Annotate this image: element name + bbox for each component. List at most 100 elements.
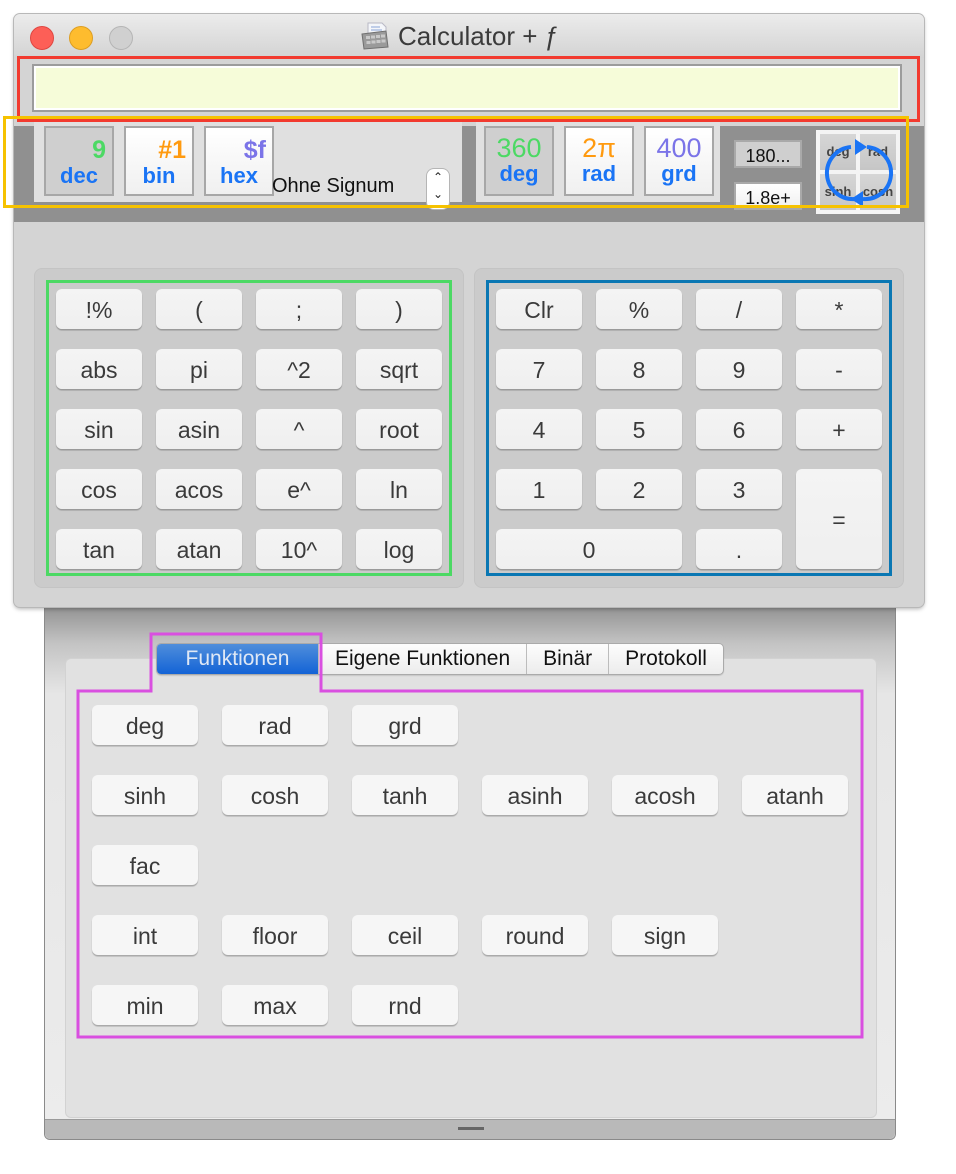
mode-label: deg	[499, 161, 539, 186]
rotate-deg-button[interactable]: deg	[820, 134, 856, 170]
key-exp[interactable]: e^	[256, 469, 342, 509]
key-plus[interactable]: +	[796, 409, 882, 449]
key-sqrt[interactable]: sqrt	[356, 349, 442, 389]
key-pow10[interactable]: 10^	[256, 529, 342, 569]
drawer-func-acosh-button[interactable]: acosh	[612, 775, 718, 815]
drawer-func-grd-button[interactable]: grd	[352, 705, 458, 745]
key-6[interactable]: 6	[696, 409, 782, 449]
key-semicolon[interactable]: ;	[256, 289, 342, 329]
tab-binaer[interactable]: Binär	[527, 644, 610, 674]
mode-label: bin	[142, 163, 176, 188]
number-mode-bin-button[interactable]: #1 bin	[124, 126, 194, 196]
angle-mode-deg-button[interactable]: 360 deg	[484, 126, 554, 196]
drawer-func-max-button[interactable]: max	[222, 985, 328, 1025]
key-pi[interactable]: pi	[156, 349, 242, 389]
key-4[interactable]: 4	[496, 409, 582, 449]
key-0[interactable]: 0	[496, 529, 682, 569]
mode-label: hex	[220, 163, 258, 188]
key-cos[interactable]: cos	[56, 469, 142, 509]
drawer-func-fac-button[interactable]: fac	[92, 845, 198, 885]
key-abs[interactable]: abs	[56, 349, 142, 389]
tab-protokoll[interactable]: Protokoll	[609, 644, 723, 674]
drawer-tabs: Funktionen Eigene Funktionen Binär Proto…	[156, 643, 724, 675]
window-title-text: Calculator + ƒ	[398, 20, 560, 51]
drawer-func-atanh-button[interactable]: atanh	[742, 775, 848, 815]
key-5[interactable]: 5	[596, 409, 682, 449]
drawer-func-tanh-button[interactable]: tanh	[352, 775, 458, 815]
key-1[interactable]: 1	[496, 469, 582, 509]
drawer-func-floor-button[interactable]: floor	[222, 915, 328, 955]
chevron-up-icon[interactable]: ⌃	[427, 169, 449, 186]
drawer-func-cosh-button[interactable]: cosh	[222, 775, 328, 815]
key-log[interactable]: log	[356, 529, 442, 569]
drawer-func-round-button[interactable]: round	[482, 915, 588, 955]
drawer-func-rad-button[interactable]: rad	[222, 705, 328, 745]
key-divide[interactable]: /	[696, 289, 782, 329]
key-2[interactable]: 2	[596, 469, 682, 509]
mode-symbol: 9	[92, 136, 106, 164]
drawer-func-sinh-button[interactable]: sinh	[92, 775, 198, 815]
calculator-app-icon	[361, 22, 389, 50]
key-3[interactable]: 3	[696, 469, 782, 509]
window-title: Calculator + ƒ	[360, 20, 559, 52]
key-clr[interactable]: Clr	[496, 289, 582, 329]
key-multiply[interactable]: *	[796, 289, 882, 329]
result-display[interactable]	[32, 64, 902, 112]
key-factorial-percent[interactable]: !%	[56, 289, 142, 329]
key-root[interactable]: root	[356, 409, 442, 449]
chevron-down-icon[interactable]: ⌄	[427, 186, 449, 203]
key-asin[interactable]: asin	[156, 409, 242, 449]
key-equals[interactable]: =	[796, 469, 882, 569]
rotate-sinh-button[interactable]: sinh	[820, 174, 856, 210]
key-8[interactable]: 8	[596, 349, 682, 389]
number-mode-dec-button[interactable]: 9 dec	[44, 126, 114, 196]
key-acos[interactable]: acos	[156, 469, 242, 509]
signum-select-label[interactable]: Ohne Signum	[272, 175, 394, 198]
mode-label: dec	[60, 163, 98, 188]
key-minus[interactable]: -	[796, 349, 882, 389]
key-ln[interactable]: ln	[356, 469, 442, 509]
key-close-paren[interactable]: )	[356, 289, 442, 329]
mode-label: grd	[661, 161, 697, 186]
key-power[interactable]: ^	[256, 409, 342, 449]
drawer-func-asinh-button[interactable]: asinh	[482, 775, 588, 815]
key-9[interactable]: 9	[696, 349, 782, 389]
drawer-resize-bar[interactable]	[45, 1119, 895, 1139]
mode-symbol: 2π	[582, 133, 616, 163]
minimize-button[interactable]	[69, 26, 93, 50]
title-bar[interactable]: Calculator + ƒ	[14, 14, 924, 58]
zoom-button[interactable]	[109, 26, 133, 50]
tab-funktionen[interactable]: Funktionen	[157, 644, 319, 674]
key-tan[interactable]: tan	[56, 529, 142, 569]
rotate-rad-button[interactable]: rad	[860, 134, 896, 170]
mode-symbol: $f	[243, 136, 266, 164]
number-mode-hex-button[interactable]: $f hex	[204, 126, 274, 196]
resize-handle-icon[interactable]	[458, 1127, 484, 1130]
drawer-func-min-button[interactable]: min	[92, 985, 198, 1025]
format-scientific-button[interactable]: 1.8e+	[734, 182, 802, 210]
drawer-func-int-button[interactable]: int	[92, 915, 198, 955]
key-sin[interactable]: sin	[56, 409, 142, 449]
key-square[interactable]: ^2	[256, 349, 342, 389]
rotate-function-group: deg rad sinh cosh	[816, 130, 900, 214]
tab-eigene-funktionen[interactable]: Eigene Funktionen	[319, 644, 528, 674]
key-open-paren[interactable]: (	[156, 289, 242, 329]
drawer-func-deg-button[interactable]: deg	[92, 705, 198, 745]
mode-symbol: 400	[656, 133, 702, 163]
key-decimal-point[interactable]: .	[696, 529, 782, 569]
close-button[interactable]	[30, 26, 54, 50]
drawer-func-ceil-button[interactable]: ceil	[352, 915, 458, 955]
drawer-func-sign-button[interactable]: sign	[612, 915, 718, 955]
angle-mode-rad-button[interactable]: 2π rad	[564, 126, 634, 196]
format-fixed-button[interactable]: 180...	[734, 140, 802, 168]
key-7[interactable]: 7	[496, 349, 582, 389]
key-atan[interactable]: atan	[156, 529, 242, 569]
mode-label: rad	[581, 161, 617, 186]
key-percent[interactable]: %	[596, 289, 682, 329]
angle-mode-grd-button[interactable]: 400 grd	[644, 126, 714, 196]
rotate-cosh-button[interactable]: cosh	[860, 174, 896, 210]
signum-stepper[interactable]: ⌃ ⌄	[427, 169, 449, 209]
drawer-func-rnd-button[interactable]: rnd	[352, 985, 458, 1025]
mode-symbol: 360	[496, 133, 542, 163]
mode-symbol: #1	[158, 136, 186, 164]
